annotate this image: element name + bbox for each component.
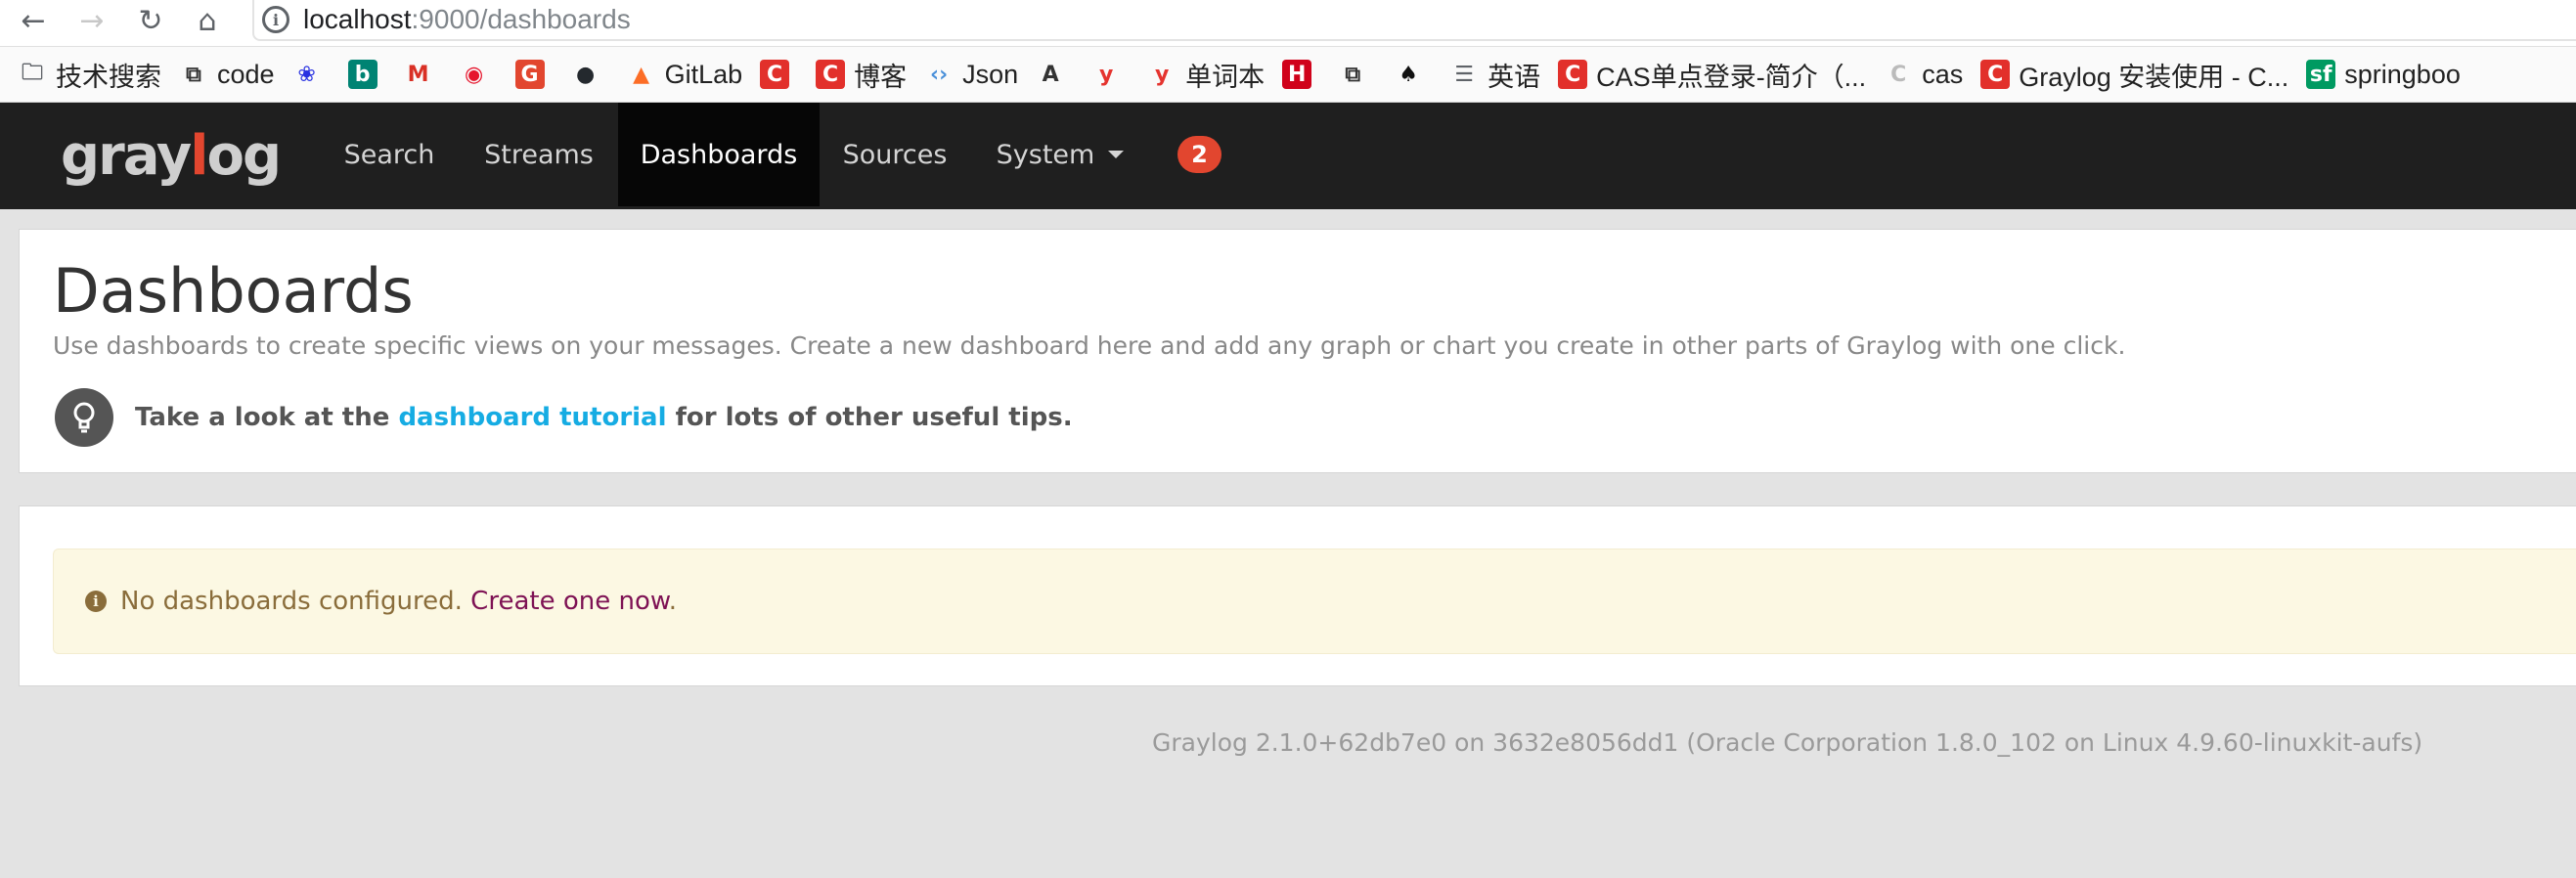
nav-system-label: System [996,139,1095,170]
bookmark-item[interactable]: C 博客 [816,56,907,94]
bookmark-label: 技术搜索 [56,62,161,92]
info-circle-icon: i [85,591,107,612]
bookmark-label: 单词本 [1185,62,1266,92]
csdn-icon: C [760,60,790,89]
bookmark-label: GitLab [664,59,743,89]
bookmark-item[interactable]: ● [571,60,609,89]
segmentfault-icon: sf [2306,60,2336,89]
bookmarks-bar: 🗀 技术搜索 ⧉ code ❀ b M ◉ G ● ▲ GitLab C C 博客 ‹› Json Ay y 单词本 H… [0,47,2576,103]
github-icon: ● [575,62,596,87]
graylog-logo[interactable]: graylog [61,124,282,188]
bookmark-item[interactable]: C Graylog 安装使用 - C... [1980,56,2288,94]
logo-text-og: og [206,124,282,188]
bookmark-label: springboo [2344,59,2461,89]
bookmark-label: Json [962,59,1019,89]
bookmark-item[interactable]: ⧉ [1338,60,1376,89]
dashboard-tutorial-link[interactable]: dashboard tutorial [398,403,666,432]
youdao-y-icon: y [1099,62,1114,87]
code-brackets-icon: ‹› [930,62,949,87]
caret-down-icon [1108,151,1125,158]
tip-row: Take a look at the dashboard tutorial fo… [55,388,1073,447]
tip-prefix: Take a look at the [135,403,399,432]
address-bar[interactable]: i localhost:9000/dashboards [252,0,2576,41]
bookmark-item[interactable]: ◉ [460,60,498,89]
bookmark-label: CAS单点登录-简介（... [1596,62,1867,92]
bookmark-item[interactable]: b [347,60,386,89]
link-icon: ⧉ [1345,62,1361,87]
bookmark-item[interactable]: G [514,60,554,89]
empty-state-alert: i No dashboards configured. Create one n… [53,549,2576,654]
back-arrow-icon[interactable]: ← [14,4,53,38]
bookmark-item[interactable]: sf springboo [2306,60,2461,90]
bookmark-label: 博客 [854,62,908,92]
alert-text: No dashboards configured. Create one now… [120,587,677,616]
bing-icon: b [347,60,378,89]
alert-message: No dashboards configured. [120,587,471,616]
bookmark-item[interactable]: C CAS单点登录-简介（... [1558,56,1866,94]
gitlab-fox-icon: ▲ [633,62,650,87]
h-badge-icon: H [1282,60,1312,89]
dashboards-list-panel: i No dashboards configured. Create one n… [19,505,2576,686]
bookmark-label: cas [1922,59,1964,89]
url-path: :9000/dashboards [411,4,631,34]
nav-sources[interactable]: Sources [829,103,960,206]
weibo-icon: ◉ [464,62,484,87]
browser-toolbar: ← → ↻ ⌂ i localhost:9000/dashboards [0,0,2576,47]
folder-icon: 🗀 [21,61,43,85]
baidu-paw-icon: ❀ [297,62,316,87]
bookmark-item[interactable]: ☰ 英语 [1449,56,1540,94]
bookmark-item[interactable]: A [1036,60,1074,89]
bookmark-label: code [217,59,275,89]
bookmark-label: 英语 [1488,62,1541,92]
bookmark-item[interactable]: ♠ [1394,60,1432,89]
link-icon: ⧉ [186,62,201,87]
url-host: localhost [303,4,412,34]
bookmark-item[interactable]: ⧉ code [179,59,275,90]
document-icon: ☰ [1454,62,1475,87]
logo-text-gray: gray [61,124,192,188]
bookmark-item[interactable]: ‹› Json [924,60,1018,90]
notification-badge[interactable]: 2 [1177,136,1221,173]
bookmark-item[interactable]: ▲ GitLab [627,59,743,90]
nav-search[interactable]: Search [325,103,454,206]
lightbulb-icon [55,388,113,447]
spade-icon: ♠ [1399,62,1419,87]
bookmark-item[interactable]: ❀ [292,60,331,89]
csdn-icon: C [816,60,846,89]
alert-period: . [668,587,678,616]
bookmark-item[interactable]: Ccas [1884,60,1963,90]
bookmark-item[interactable]: y [1091,60,1130,89]
script-a-icon: A [1042,62,1059,87]
nav-system[interactable]: System [974,103,1146,206]
footer-version: Graylog 2.1.0+62db7e0 on 3632e8056dd1 (O… [1152,728,2423,757]
g-red-icon: G [514,60,545,89]
csdn-icon: C [1980,60,2011,89]
page-description: Use dashboards to create specific views … [53,331,2126,360]
create-dashboard-link[interactable]: Create one now [470,587,669,616]
nav-streams[interactable]: Streams [467,103,610,206]
youdao-y-icon: y [1155,62,1170,87]
bookmark-label: Graylog 安装使用 - C... [2019,62,2289,92]
logo-text-l: l [190,124,208,188]
bookmark-item[interactable]: y 单词本 [1147,56,1265,94]
tip-suffix: for lots of other useful tips. [666,403,1073,432]
bookmark-item[interactable]: C [760,60,798,89]
bookmark-item[interactable]: H [1282,60,1320,89]
page-header-panel: Dashboards Use dashboards to create spec… [19,229,2576,473]
gmail-icon: M [407,62,429,87]
bookmark-item[interactable]: M [404,60,442,89]
forward-arrow-icon[interactable]: → [72,4,111,38]
csdn-icon: C [1558,60,1588,89]
cas-logo-icon: C [1890,62,1907,87]
tip-text: Take a look at the dashboard tutorial fo… [135,403,1073,432]
top-navbar: graylog Search Streams Dashboards Source… [0,103,2576,209]
bookmark-item[interactable]: 🗀 技术搜索 [18,56,161,94]
home-icon[interactable]: ⌂ [188,4,227,38]
info-icon[interactable]: i [262,6,289,33]
reload-icon[interactable]: ↻ [131,4,170,38]
page-title: Dashboards [53,255,414,327]
nav-dashboards[interactable]: Dashboards [618,103,820,206]
